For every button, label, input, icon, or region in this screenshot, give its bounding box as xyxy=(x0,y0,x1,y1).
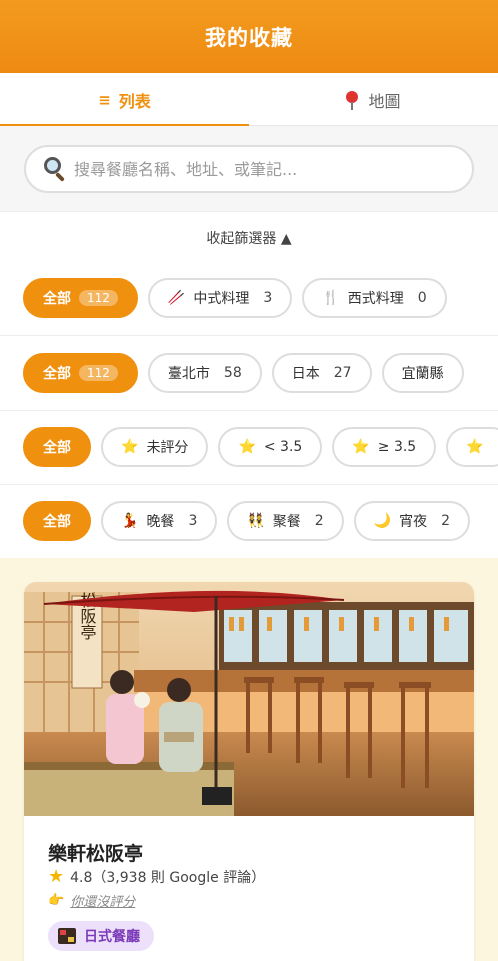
search-section xyxy=(0,126,498,212)
chip-label: 日本 xyxy=(291,366,320,382)
bento-icon xyxy=(58,928,76,944)
chip-label: 中式料理 xyxy=(193,291,250,307)
chopsticks-icon: 🥢 xyxy=(167,290,186,306)
cuisine-filter-row: 全部 112 🥢 中式料理 3 🍴 西式料理 0 xyxy=(0,262,498,336)
chip-label: 聚餐 xyxy=(272,514,301,530)
chip-label: 全部 xyxy=(43,440,71,456)
location-chip-taipei[interactable]: 臺北市 58 xyxy=(147,353,262,393)
restaurant-card[interactable]: 松阪亭 樂軒松阪亭 ★ 4.8（3,938 則 Google 評論） 👉 你還沒… xyxy=(24,582,474,961)
chip-label: 全部 xyxy=(43,366,71,382)
rating-chip-above-3-5[interactable]: ⭐ ≥ 3.5 xyxy=(332,427,437,467)
restaurant-name: 樂軒松阪亭 xyxy=(48,843,144,865)
chip-count: 2 xyxy=(314,513,324,529)
location-chip-all[interactable]: 全部 112 xyxy=(23,353,138,393)
occasion-chip-dinner[interactable]: 💃 晚餐 3 xyxy=(101,501,218,541)
chip-count: 58 xyxy=(223,365,242,381)
fork-knife-icon: 🍴 xyxy=(322,290,340,306)
rate-prompt-text: 你還沒評分 xyxy=(70,895,136,910)
pointing-hand-icon: 👉 xyxy=(48,893,65,908)
view-tabs: ≡ 列表 地圖 xyxy=(0,73,498,127)
chip-count-badge: 112 xyxy=(79,365,118,381)
party-people-icon: 👯 xyxy=(247,513,265,529)
occasion-chip-gathering[interactable]: 👯 聚餐 2 xyxy=(227,501,344,541)
star-icon: ★ xyxy=(48,866,65,887)
chip-label: 宜蘭縣 xyxy=(401,366,444,382)
star-icon: ⭐ xyxy=(121,439,139,455)
location-chip-yilan[interactable]: 宜蘭縣 xyxy=(381,353,464,393)
chip-count: 3 xyxy=(263,290,273,306)
rating-chip-all[interactable]: 全部 xyxy=(23,427,91,467)
moon-icon: 🌙 xyxy=(373,513,392,529)
chip-label: 全部 xyxy=(43,514,71,530)
chip-label: 西式料理 xyxy=(347,291,404,307)
tab-map-label: 地圖 xyxy=(368,91,401,111)
star-icon: ⭐ xyxy=(466,439,484,455)
list-icon: ≡ xyxy=(98,90,111,109)
chip-count-badge: 112 xyxy=(79,290,118,306)
dancer-icon: 💃 xyxy=(121,513,139,529)
rating-chip-unrated[interactable]: ⭐ 未評分 xyxy=(101,427,209,467)
page-title: 我的收藏 xyxy=(205,25,293,50)
tab-list[interactable]: ≡ 列表 xyxy=(0,73,249,127)
restaurant-rating: ★ 4.8（3,938 則 Google 評論） xyxy=(48,866,265,887)
occasion-chip-all[interactable]: 全部 xyxy=(23,501,91,541)
restaurant-photo: 松阪亭 xyxy=(24,582,474,816)
map-pin-icon xyxy=(346,90,359,110)
search-icon xyxy=(42,156,68,182)
rating-text: 4.8（3,938 則 Google 評論） xyxy=(70,869,266,886)
chip-count: 27 xyxy=(333,365,352,381)
location-chip-japan[interactable]: 日本 27 xyxy=(271,353,372,393)
chip-label: < 3.5 xyxy=(263,439,303,455)
search-input[interactable] xyxy=(74,159,454,179)
chip-label: 全部 xyxy=(43,291,71,307)
star-icon: ⭐ xyxy=(352,439,370,455)
app-header: 我的收藏 xyxy=(0,0,498,73)
cuisine-chip-chinese[interactable]: 🥢 中式料理 3 xyxy=(147,278,293,318)
tab-map[interactable]: 地圖 xyxy=(249,73,498,126)
cuisine-tag[interactable]: 日式餐廳 xyxy=(48,921,154,951)
chip-label: ≥ 3.5 xyxy=(377,439,417,455)
chip-count: 3 xyxy=(188,513,198,529)
collapse-filters-button[interactable]: 收起篩選器 ▲ xyxy=(0,222,498,254)
occasion-chip-late-night[interactable]: 🌙 宵夜 2 xyxy=(353,501,471,541)
chip-count: 0 xyxy=(417,290,427,306)
location-filter-row: 全部 112 臺北市 58 日本 27 宜蘭縣 xyxy=(0,337,498,411)
rating-filter-row: 全部 ⭐ 未評分 ⭐ < 3.5 ⭐ ≥ 3.5 ⭐ xyxy=(0,411,498,485)
chip-label: 未評分 xyxy=(146,440,189,456)
cuisine-chip-all[interactable]: 全部 112 xyxy=(23,278,138,318)
restaurant-list: 松阪亭 樂軒松阪亭 ★ 4.8（3,938 則 Google 評論） 👉 你還沒… xyxy=(0,558,498,961)
rating-chip-more[interactable]: ⭐ xyxy=(446,427,498,467)
rating-chip-below-3-5[interactable]: ⭐ < 3.5 xyxy=(218,427,323,467)
cuisine-tag-label: 日式餐廳 xyxy=(84,929,140,945)
search-box[interactable] xyxy=(24,145,474,193)
occasion-filter-row: 全部 💃 晚餐 3 👯 聚餐 2 🌙 宵夜 2 xyxy=(0,485,498,559)
star-icon: ⭐ xyxy=(238,439,256,455)
rate-prompt-link[interactable]: 👉 你還沒評分 xyxy=(48,891,135,910)
cuisine-chip-western[interactable]: 🍴 西式料理 0 xyxy=(302,278,447,318)
chip-label: 晚餐 xyxy=(146,514,175,530)
chip-label: 臺北市 xyxy=(167,366,210,382)
chip-count: 2 xyxy=(441,513,451,529)
tab-list-label: 列表 xyxy=(118,91,151,111)
chip-label: 宵夜 xyxy=(399,514,428,530)
